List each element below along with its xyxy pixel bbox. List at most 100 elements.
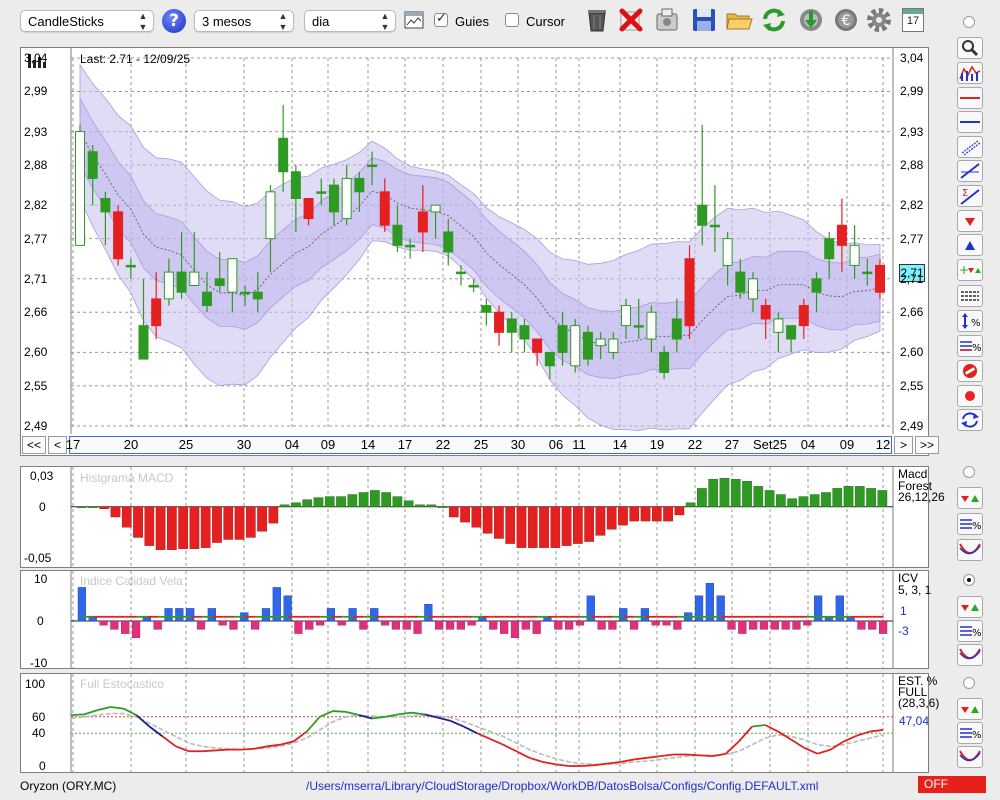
interval-select[interactable]: dia ▲ ▼ [304, 10, 396, 32]
period-select[interactable]: 3 mesos ▲ ▼ [194, 10, 294, 32]
indicator-bars-button[interactable] [957, 62, 983, 84]
config-path-link[interactable]: /Users/mserra/Library/CloudStorage/Dropb… [306, 779, 818, 793]
icv-bar [489, 620, 498, 630]
main-chart-radio[interactable] [963, 16, 975, 28]
trash-icon[interactable] [583, 6, 611, 34]
chart-type-select[interactable]: CandleSticks ▲ ▼ [20, 10, 154, 32]
date-tick: 30 [510, 437, 526, 452]
macd-bar [324, 496, 335, 507]
refresh-icon[interactable] [760, 6, 788, 34]
stochastic-radio[interactable] [963, 677, 975, 689]
download-icon[interactable] [797, 6, 825, 34]
icv-bar [878, 620, 888, 634]
open-folder-icon[interactable] [725, 6, 753, 34]
macd-bar [640, 506, 651, 522]
ticker-tool-icon[interactable] [653, 6, 681, 34]
icv-bar [435, 620, 444, 630]
help-icon[interactable]: ? [162, 9, 186, 33]
off-status-button[interactable]: OFF [918, 776, 986, 793]
icv-bar [315, 620, 325, 626]
red-line-button[interactable] [957, 87, 983, 109]
price-chart[interactable] [21, 48, 928, 434]
stochastic-k-segment [70, 713, 85, 717]
last-price-label: Last: 2.71 - 12/09/25 [80, 52, 191, 66]
macd-radio[interactable] [963, 466, 975, 478]
currency-icon[interactable]: € [832, 6, 860, 34]
channel-icon [961, 140, 981, 156]
date-tick: 14 [360, 437, 376, 452]
price-tick-left: 3,04 [24, 51, 48, 65]
arrow-down-button[interactable] [957, 210, 983, 232]
cursor-label: Cursor [526, 14, 566, 29]
price-tick-left: 2,77 [24, 231, 48, 246]
icv-signals-button[interactable] [957, 596, 983, 618]
stochastic-percent-button[interactable]: % [957, 722, 983, 744]
stochastic-k-segment [869, 729, 884, 733]
stochastic-k-segment [790, 738, 805, 749]
macd-bar [708, 478, 719, 507]
icv-bar [619, 608, 628, 622]
svg-text:%: % [972, 730, 982, 741]
delete-x-icon[interactable] [617, 6, 645, 34]
sum-trend-button[interactable]: Σ [957, 185, 983, 207]
no-entry-button[interactable] [957, 360, 983, 382]
window-icon[interactable] [404, 11, 424, 29]
icv-bar [608, 620, 617, 630]
stochastic-k-segment [712, 752, 727, 758]
icv-bar [413, 620, 422, 634]
macd-bar [88, 506, 98, 508]
buy-sell-signals-icon: + [959, 263, 981, 277]
stochastic-panel-title: Full Estocastico [80, 677, 165, 691]
sum-trend-icon: Σ [960, 188, 980, 205]
date-tick: 09 [839, 437, 855, 452]
stochastic-k-segment [398, 711, 412, 716]
nav-last-button[interactable]: >> [915, 436, 939, 454]
stochastic-k-segment [502, 743, 517, 753]
icv-radio[interactable] [963, 574, 975, 586]
percent-lines-button[interactable]: % [957, 335, 983, 357]
blue-line-button[interactable] [957, 111, 983, 133]
save-icon[interactable] [690, 6, 718, 34]
macd-bar [471, 506, 482, 528]
select-chevron-icon: ▲ ▼ [380, 11, 390, 32]
stochastic-k-segment [581, 764, 595, 767]
percent-range-button[interactable]: % [957, 310, 983, 332]
signals-button[interactable]: + [957, 259, 983, 281]
icv-percent-button[interactable]: % [957, 620, 983, 642]
cursor-checkbox[interactable] [505, 13, 519, 27]
arrow-up-button[interactable] [957, 234, 983, 256]
calendar-icon[interactable]: 17 [902, 8, 924, 32]
guides-checkbox[interactable] [434, 11, 448, 27]
gear-icon[interactable] [865, 6, 893, 34]
macd-curve-button[interactable] [957, 539, 983, 561]
stochastic-signals-button[interactable] [957, 698, 983, 720]
record-button[interactable] [957, 385, 983, 407]
nav-first-button[interactable]: << [22, 436, 46, 454]
period-value: 3 mesos [202, 14, 252, 29]
stochastic-k-segment [751, 724, 766, 728]
price-tick-left: 2,88 [24, 158, 48, 173]
grid-lines-button[interactable] [957, 285, 983, 307]
stochastic-tick: 0 [39, 759, 46, 773]
percent-lines-icon: % [960, 728, 982, 741]
stochastic-k-segment [817, 748, 831, 755]
macd-panel-title: Histgrama MACD [80, 471, 174, 485]
macd-bar [358, 492, 369, 507]
stochastic-curve-button[interactable] [957, 746, 983, 768]
macd-percent-button[interactable]: % [957, 513, 983, 535]
macd-signals-button[interactable] [957, 487, 983, 509]
stochastic-k-segment [529, 756, 543, 763]
svg-text:€: € [842, 13, 851, 29]
channel-button[interactable] [957, 136, 983, 158]
icv-curve-button[interactable] [957, 644, 983, 666]
price-tick-right: 2,55 [900, 378, 924, 393]
icv-tick: -10 [30, 656, 48, 670]
date-tick: 25 [178, 437, 194, 452]
icv-positive-value: 1 [900, 604, 907, 618]
trendline-button[interactable] [957, 160, 983, 182]
zoom-button[interactable] [957, 37, 983, 59]
price-tick-left: 2,66 [24, 305, 48, 320]
sync-button[interactable] [957, 409, 983, 431]
icv-panel-title: Indice Calidad Vela [80, 574, 183, 588]
icv-bar [175, 608, 184, 622]
